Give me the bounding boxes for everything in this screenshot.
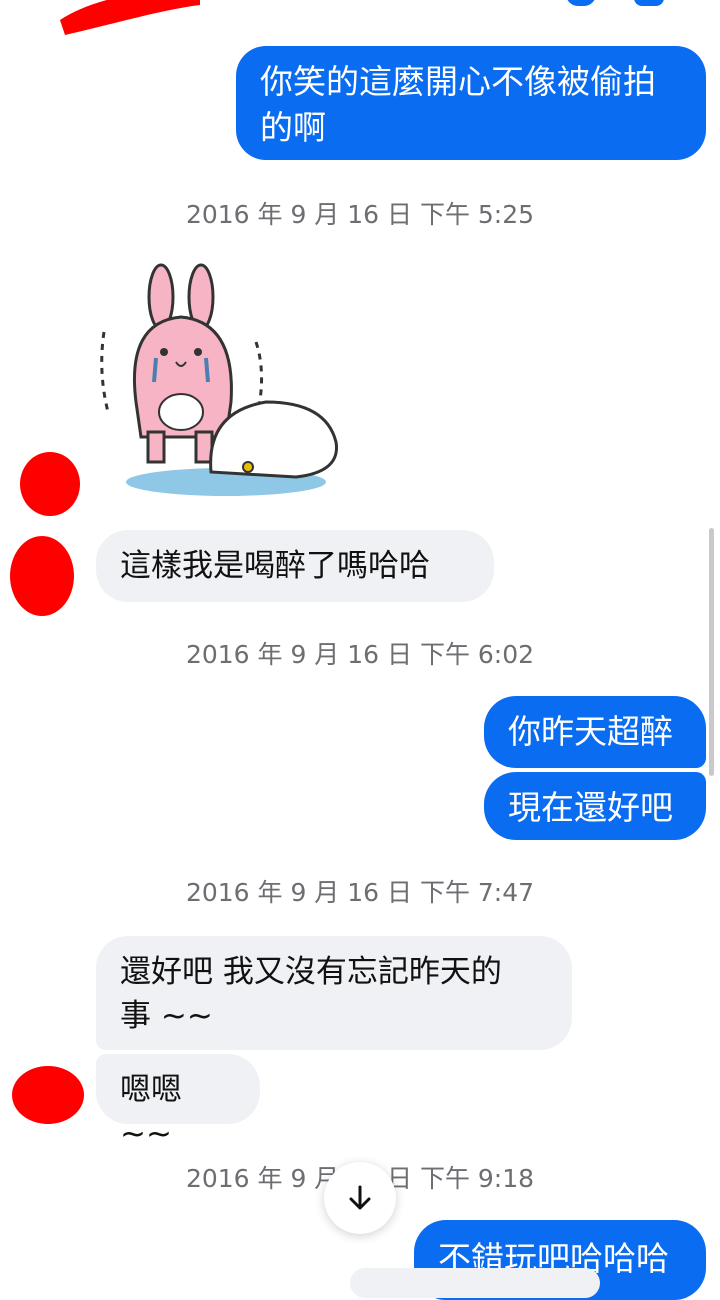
- message-text: 現在還好吧: [508, 788, 673, 827]
- message-line: 還好吧 我又沒有忘記昨天的: [120, 954, 502, 990]
- redacted-avatar: [20, 452, 80, 516]
- message-line: 事 ~~: [120, 998, 213, 1034]
- message-line: 你笑的這麼開心不像被偷拍: [260, 62, 656, 101]
- timestamp: 2016 年 9 月 16 日 下午 6:02: [185, 640, 535, 669]
- outgoing-message[interactable]: 你昨天超醉: [484, 696, 706, 768]
- timestamp: 2016 年 9 月 16 日 下午 7:47: [185, 878, 535, 907]
- top-bar-button-partial[interactable]: [566, 0, 596, 6]
- message-text: 你昨天超醉: [508, 712, 673, 751]
- redacted-name-top: [50, 0, 210, 50]
- incoming-message[interactable]: 這樣我是喝醉了嗎哈哈: [96, 530, 494, 602]
- incoming-message[interactable]: 還好吧 我又沒有忘記昨天的 事 ~~: [96, 936, 572, 1050]
- timestamp: 2016 年 9 月 16 日 下午 5:25: [185, 200, 535, 229]
- outgoing-message[interactable]: 你笑的這麼開心不像被偷拍 的啊: [236, 46, 706, 160]
- message-line: 的啊: [260, 108, 326, 147]
- redacted-avatar: [12, 1066, 84, 1124]
- top-bar-icon-partial[interactable]: [634, 0, 664, 6]
- message-text: 嗯嗯 ~~: [120, 1072, 182, 1152]
- scrollbar[interactable]: [709, 528, 714, 776]
- composer-bubble-partial: [350, 1268, 600, 1298]
- arrow-down-icon: [349, 1185, 371, 1210]
- crying-rabbit-sticker[interactable]: [96, 262, 356, 502]
- redacted-avatar: [10, 536, 74, 616]
- scroll-to-bottom-button[interactable]: [324, 1162, 396, 1234]
- incoming-message[interactable]: 嗯嗯 ~~: [96, 1054, 260, 1152]
- message-text: 這樣我是喝醉了嗎哈哈: [120, 548, 430, 584]
- outgoing-message[interactable]: 現在還好吧: [484, 772, 706, 840]
